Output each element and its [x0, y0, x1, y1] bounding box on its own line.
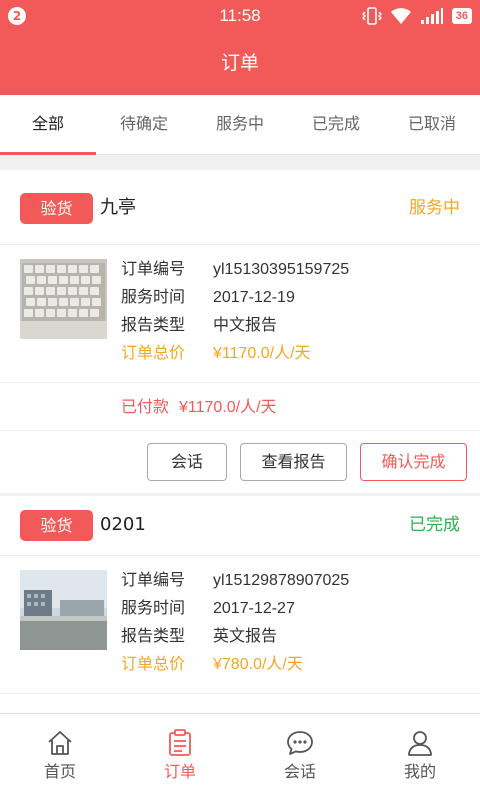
wifi-icon	[390, 8, 411, 24]
status-bar: 2 11:58 36	[0, 0, 480, 32]
order-info: 订单编号 yl15129878907025 服务时间 2017-12-27 报告类型…	[121, 566, 349, 678]
tab-cancelled[interactable]: 已取消	[384, 95, 480, 154]
confirm-complete-button[interactable]: 确认完成	[360, 443, 467, 481]
nav-profile[interactable]: 我的	[360, 714, 480, 800]
nav-orders-label: 订单	[163, 762, 196, 781]
service-time-row: 服务时间 2017-12-27	[121, 594, 349, 622]
profile-icon	[408, 731, 432, 756]
service-time-value: 2017-12-19	[213, 289, 295, 306]
total-price-value: ¥1170.0/人/天	[213, 345, 311, 362]
report-type-row: 报告类型 中文报告	[121, 311, 349, 339]
order-number-row: 订单编号 yl15130395159725	[121, 255, 349, 283]
report-type-label: 报告类型	[121, 626, 186, 645]
order-name: 0201	[100, 514, 146, 535]
report-type-value: 中文报告	[213, 315, 278, 334]
orders-icon	[169, 729, 191, 756]
order-status: 已完成	[409, 515, 460, 535]
bottom-nav: 首页 订单 会话 我的	[0, 713, 480, 800]
report-type-row: 报告类型 英文报告	[121, 622, 349, 650]
payment-row: 已付款 ¥1170.0/人/天	[0, 383, 480, 431]
order-number-label: 订单编号	[121, 259, 186, 278]
total-price-row: 订单总价 ¥1170.0/人/天	[121, 339, 349, 367]
tab-pending[interactable]: 待确定	[96, 95, 192, 154]
nav-profile-label: 我的	[403, 762, 436, 781]
tab-in-service[interactable]: 服务中	[192, 95, 288, 154]
total-price-label: 订单总价	[121, 654, 186, 673]
order-info: 订单编号 yl15130395159725 服务时间 2017-12-19 报告类型…	[121, 255, 349, 367]
order-number-label: 订单编号	[121, 570, 186, 589]
order-status-tabs: 全部 待确定 服务中 已完成 已取消	[0, 95, 480, 155]
service-type-badge: 验货	[20, 193, 93, 224]
nav-home-label: 首页	[43, 762, 76, 781]
chat-button[interactable]: 会话	[147, 443, 227, 481]
nav-home[interactable]: 首页	[0, 714, 120, 800]
home-icon	[48, 731, 72, 755]
order-number-value: yl15129878907025	[213, 572, 350, 589]
total-price-row: 订单总价 ¥780.0/人/天	[121, 650, 349, 678]
chat-icon	[287, 731, 313, 755]
report-type-value: 英文报告	[213, 626, 278, 645]
order-card-body: 订单编号 yl15130395159725 服务时间 2017-12-19 报告类型…	[0, 245, 480, 383]
service-time-row: 服务时间 2017-12-19	[121, 283, 349, 311]
paid-label: 已付款	[121, 397, 170, 416]
nav-chat-label: 会话	[283, 762, 316, 781]
service-type-badge: 验货	[20, 510, 93, 541]
factory-photo-image	[20, 570, 107, 650]
service-time-label: 服务时间	[121, 287, 186, 306]
keyboard-photo-image	[20, 259, 107, 339]
status-icons: 36	[361, 6, 472, 26]
service-time-value: 2017-12-27	[213, 600, 295, 617]
order-card[interactable]: 验货 九亭 服务中 订单编号 yl15130395159725 服务时间 2017-…	[0, 170, 480, 493]
tab-completed[interactable]: 已完成	[288, 95, 384, 154]
view-report-button[interactable]: 查看报告	[240, 443, 347, 481]
order-name: 九亭	[100, 197, 136, 218]
page-title: 订单	[0, 32, 480, 95]
total-price-label: 订单总价	[121, 343, 186, 362]
total-price-value: ¥780.0/人/天	[213, 656, 303, 673]
order-thumbnail	[20, 570, 107, 650]
order-card[interactable]: 验货 0201 已完成 订单编号 yl15129878907025 服务时间 201…	[0, 496, 480, 713]
order-card-header: 验货 0201 已完成	[0, 496, 480, 556]
order-card-header: 验货 九亭 服务中	[0, 170, 480, 245]
order-actions: 会话 查看报告 确认完成	[0, 431, 480, 493]
tab-all[interactable]: 全部	[0, 95, 96, 155]
nav-orders[interactable]: 订单	[120, 714, 240, 800]
order-status: 服务中	[409, 198, 460, 218]
report-type-label: 报告类型	[121, 315, 186, 334]
order-thumbnail	[20, 259, 107, 339]
order-number-row: 订单编号 yl15129878907025	[121, 566, 349, 594]
order-number-value: yl15130395159725	[213, 261, 350, 278]
nav-chat[interactable]: 会话	[240, 714, 360, 800]
signal-icon	[420, 8, 443, 24]
paid-amount: ¥1170.0/人/天	[179, 399, 277, 416]
battery-indicator: 36	[451, 8, 472, 24]
service-time-label: 服务时间	[121, 598, 186, 617]
order-card-body: 订单编号 yl15129878907025 服务时间 2017-12-27 报告类型…	[0, 556, 480, 694]
vibrate-icon	[361, 7, 382, 25]
